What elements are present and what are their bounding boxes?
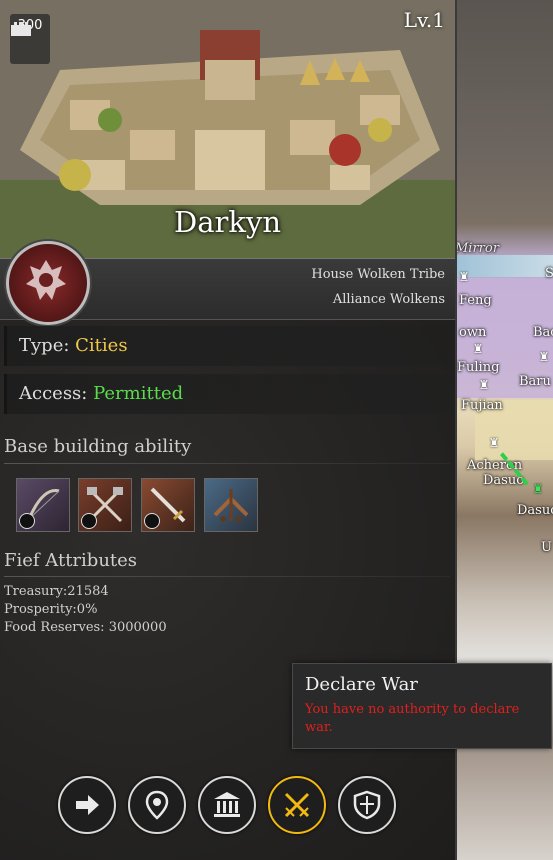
castle-icon[interactable]: ♜ [537,350,551,364]
food-reserves-value: Food Reserves: 3000000 [4,620,167,635]
map-label-own: own [459,325,487,340]
house-name: House Wolken Tribe [311,267,445,282]
shield-icon [353,790,381,820]
ability-slot-ballista[interactable] [204,478,258,532]
access-value: Permitted [93,383,184,404]
map-label-dasuo-2[interactable]: Dasuo [517,503,553,518]
map-label-s: S [545,266,553,281]
locate-button[interactable] [128,776,186,834]
divider [4,576,450,577]
lock-icon [19,513,35,529]
access-label: Access: [19,383,88,404]
lock-icon [144,513,160,529]
map-label-fujian[interactable]: Fujian [461,398,503,413]
fief-attributes-title: Fief Attributes [4,550,138,571]
map-label-fuling[interactable]: Fuling [457,360,499,375]
arrow-right-icon [76,795,99,815]
divider [4,463,450,464]
ability-slot-axes[interactable] [78,478,132,532]
access-row: Access: Permitted [4,374,453,414]
castle-icon[interactable]: ♜ [531,482,545,496]
map-label-u: U [541,540,552,555]
lock-icon [81,513,97,529]
population-badge: 300 [10,14,50,64]
declare-war-tooltip: Declare War You have no authority to dec… [292,663,552,749]
ability-slot-sword[interactable] [141,478,195,532]
type-label: Type: [19,335,70,356]
city-level: Lv.1 [403,8,445,32]
map-label-feng[interactable]: Feng [459,293,492,308]
defense-button[interactable] [338,776,396,834]
tooltip-title: Declare War [305,674,418,695]
map-label-baru[interactable]: Baru [519,374,551,389]
ballista-icon [213,489,249,522]
type-row: Type: Cities [4,326,453,366]
city-name: Darkyn [173,205,282,239]
alliance-name: Alliance Wolkens [332,292,445,307]
map-label-mirror: Mirror [455,241,499,256]
base-building-title: Base building ability [4,436,192,457]
castle-icon[interactable]: ♜ [477,378,491,392]
type-value: Cities [75,335,128,356]
castle-icon[interactable]: ♜ [457,270,471,284]
move-button[interactable] [58,776,116,834]
castle-icon[interactable]: ♜ [471,342,485,356]
castle-icon [11,22,31,36]
castle-icon[interactable]: ♜ [487,436,501,450]
house-crest[interactable] [6,241,90,325]
map-label-bac[interactable]: Bac [533,325,553,340]
action-bar [58,776,398,834]
bank-icon [214,792,240,817]
declare-war-button[interactable] [268,776,326,834]
crossed-swords-icon [284,792,310,818]
map-pin-icon [145,790,169,820]
treasury-value: Treasury:21584 [4,584,109,599]
tooltip-message: You have no authority to declare war. [305,702,520,735]
building-button[interactable] [198,776,256,834]
wolf-crest-icon [26,260,66,300]
prosperity-value: Prosperity:0% [4,602,98,617]
city-preview-image: 300 Lv.1 Darkyn [0,0,455,258]
ownership-banner: House Wolken Tribe Alliance Wolkens [0,241,455,325]
ability-slot-bow[interactable] [16,478,70,532]
